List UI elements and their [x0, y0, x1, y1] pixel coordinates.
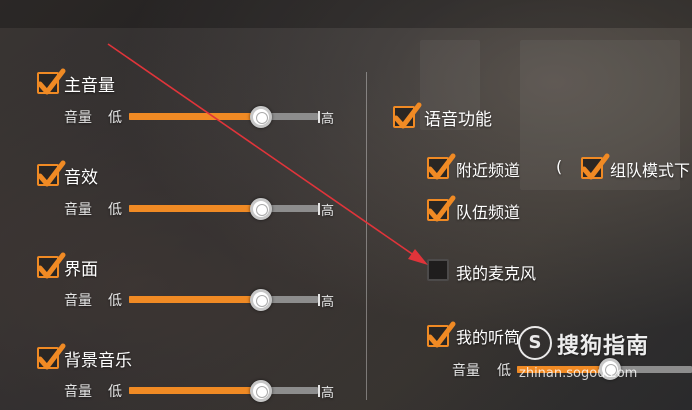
- high-label: 高: [321, 386, 335, 401]
- master-volume-slider-handle[interactable]: [250, 106, 272, 128]
- background-music-slider-track[interactable]: [129, 387, 318, 394]
- interface-slider-track[interactable]: [129, 296, 318, 303]
- team-mode-checkbox[interactable]: [581, 153, 610, 180]
- interface-checkbox[interactable]: [37, 252, 66, 279]
- volume-label: 音量: [64, 293, 92, 309]
- nearby-channel-label: 附近频道: [456, 161, 521, 180]
- master-volume-slider-track[interactable]: [129, 113, 318, 120]
- volume-label: 音量: [64, 110, 92, 126]
- check-icon: [581, 153, 610, 180]
- slider-end-mark: [318, 203, 320, 215]
- team-channel-checkbox[interactable]: [427, 195, 456, 222]
- high-label: 高: [321, 204, 335, 219]
- check-icon: [427, 195, 456, 222]
- background-music-label: 背景音乐: [64, 351, 132, 371]
- interface-label: 界面: [64, 260, 98, 280]
- watermark-url: zhinan.sogou.com: [519, 366, 638, 381]
- slider-end-mark: [318, 294, 320, 306]
- low-label: 低: [497, 363, 511, 379]
- slider-fill: [129, 387, 261, 394]
- master-volume-label: 主音量: [64, 76, 115, 96]
- check-icon: [37, 68, 66, 95]
- low-label: 低: [108, 110, 122, 126]
- master-volume-checkbox[interactable]: [37, 68, 66, 95]
- team-channel-label: 队伍频道: [456, 203, 521, 222]
- high-label: 高: [321, 112, 335, 127]
- my-microphone-checkbox[interactable]: [427, 259, 449, 281]
- voice-function-label: 语音功能: [424, 110, 492, 130]
- sogou-logo-icon: S: [518, 326, 552, 360]
- check-icon: [37, 160, 66, 187]
- voice-function-checkbox[interactable]: [393, 102, 422, 129]
- panel-divider: [366, 72, 367, 400]
- background-music-checkbox[interactable]: [37, 343, 66, 370]
- sound-effects-checkbox[interactable]: [37, 160, 66, 187]
- low-label: 低: [108, 202, 122, 218]
- volume-label: 音量: [64, 384, 92, 400]
- volume-label: 音量: [452, 363, 480, 379]
- low-label: 低: [108, 384, 122, 400]
- check-icon: [427, 153, 456, 180]
- slider-fill: [129, 113, 261, 120]
- top-bar: [0, 0, 692, 28]
- low-label: 低: [108, 293, 122, 309]
- check-icon: [37, 252, 66, 279]
- slider-end-mark: [318, 385, 320, 397]
- my-earpiece-checkbox[interactable]: [427, 321, 456, 348]
- sound-effects-slider-handle[interactable]: [250, 198, 272, 220]
- check-icon: [427, 321, 456, 348]
- nearby-channel-checkbox[interactable]: [427, 153, 456, 180]
- team-mode-label: 组队模式下: [610, 161, 691, 180]
- my-earpiece-label: 我的听筒: [456, 328, 521, 347]
- check-icon: [37, 343, 66, 370]
- interface-slider-handle[interactable]: [250, 289, 272, 311]
- sogou-watermark: S 搜狗指南 zhinan.sogou.com: [515, 322, 692, 382]
- watermark-text: 搜狗指南: [557, 334, 650, 359]
- open-paren: (: [556, 157, 563, 176]
- background-music-slider-handle[interactable]: [250, 380, 272, 402]
- check-icon: [393, 102, 422, 129]
- slider-fill: [129, 205, 261, 212]
- sound-effects-slider-track[interactable]: [129, 205, 318, 212]
- my-microphone-label: 我的麦克风: [456, 264, 537, 283]
- volume-label: 音量: [64, 202, 92, 218]
- high-label: 高: [321, 295, 335, 310]
- slider-fill: [129, 296, 261, 303]
- slider-end-mark: [318, 111, 320, 123]
- sound-effects-label: 音效: [64, 168, 98, 188]
